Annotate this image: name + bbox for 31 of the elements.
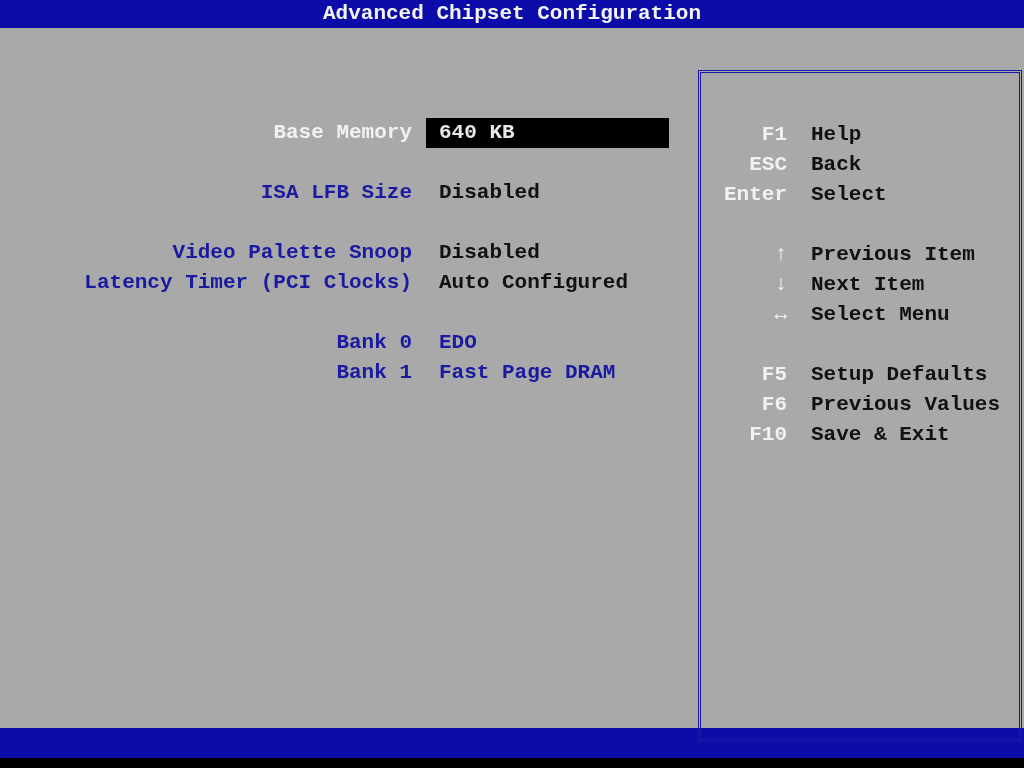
setting-label: ISA LFB Size	[259, 180, 412, 206]
key-label: ↑	[773, 242, 787, 268]
setting-value[interactable]: Disabled	[426, 178, 669, 208]
setting-label: Video Palette Snoop	[171, 240, 412, 266]
key-label: ↔	[773, 302, 787, 328]
key-label: F6	[760, 392, 787, 418]
setting-value[interactable]: Auto Configured	[426, 268, 669, 298]
setting-value[interactable]: 640 KB	[426, 118, 669, 148]
window-title: Advanced Chipset Configuration	[0, 0, 1024, 28]
setting-value: EDO	[438, 330, 478, 356]
setting-label: Latency Timer (PCI Clocks)	[83, 270, 412, 296]
setting-value: Fast Page DRAM	[438, 360, 617, 386]
key-action: Next Item	[811, 272, 925, 298]
key-label: F5	[760, 362, 787, 388]
setting-label: Bank 1	[335, 360, 412, 386]
key-action: Help	[811, 122, 862, 148]
key-action: Select Menu	[811, 302, 950, 328]
key-label: ESC	[748, 152, 787, 178]
key-label: F1	[760, 122, 787, 148]
key-action: Previous Item	[811, 242, 975, 268]
key-label: ↓	[773, 272, 787, 298]
key-action: Select	[811, 182, 887, 208]
key-action: Back	[811, 152, 862, 178]
setting-value[interactable]: Disabled	[426, 238, 669, 268]
key-action: Setup Defaults	[811, 362, 988, 388]
key-action: Previous Values	[811, 392, 1001, 418]
setting-label: Bank 0	[335, 330, 412, 356]
key-label: F10	[748, 422, 787, 448]
setting-label: Base Memory	[272, 120, 412, 146]
key-label: Enter	[723, 182, 787, 208]
key-action: Save & Exit	[811, 422, 950, 448]
